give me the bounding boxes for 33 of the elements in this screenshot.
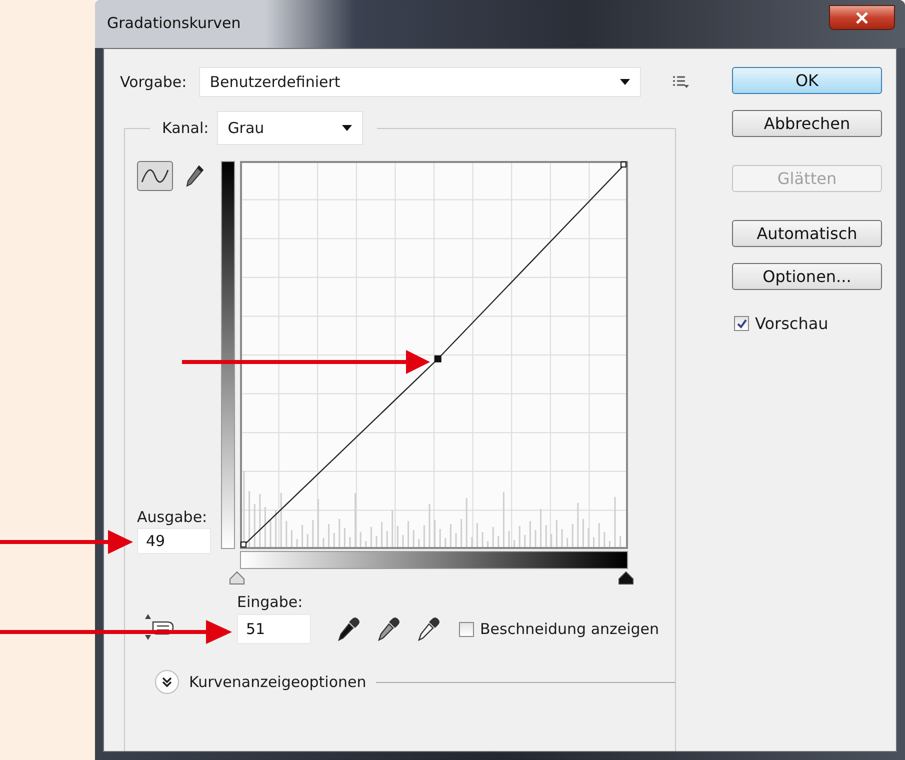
dialog-button[interactable]: Optionen... — [732, 263, 882, 290]
eyedropper-icon[interactable] — [417, 616, 441, 642]
checkmark-icon — [736, 318, 748, 330]
input-label: Eingabe: — [237, 593, 304, 611]
preset-menu-icon[interactable] — [672, 76, 689, 88]
eyedropper-icon[interactable] — [377, 616, 401, 642]
slider-handle[interactable] — [229, 571, 245, 585]
expand-toggle-button[interactable] — [155, 670, 179, 694]
curve-endpoint[interactable] — [240, 542, 246, 548]
chevron-icon — [162, 677, 172, 687]
preset-label: Vorgabe: — [120, 73, 187, 91]
output-field[interactable]: 49 — [137, 528, 211, 554]
dialog-button[interactable]: Abbrechen — [732, 110, 882, 137]
curve-display-options-label: Kurvenanzeigeoptionen — [189, 673, 366, 691]
preview-checkbox[interactable]: Vorschau — [734, 314, 882, 333]
clipping-checkbox[interactable]: Beschneidung anzeigen — [459, 620, 660, 638]
caret-icon — [620, 79, 630, 85]
close-button[interactable] — [829, 5, 895, 30]
slider-handle[interactable] — [618, 571, 634, 585]
input-field[interactable]: 51 — [237, 614, 311, 644]
window-title: Gradationskurven — [107, 14, 241, 32]
dialog-button[interactable]: OK — [732, 67, 882, 94]
channel-label: Kanal: — [162, 119, 209, 137]
dialog-button[interactable]: Automatisch — [732, 220, 882, 247]
eyedropper-icon[interactable] — [337, 616, 361, 642]
curve-endpoint[interactable] — [620, 162, 626, 168]
pencil-icon — [185, 164, 205, 188]
channel-dropdown[interactable]: Grau — [216, 111, 363, 145]
preset-dropdown[interactable]: Benutzerdefiniert — [198, 67, 641, 97]
close-icon — [855, 12, 869, 24]
curve-tool-button[interactable] — [137, 161, 173, 191]
output-label: Ausgabe: — [137, 508, 208, 526]
caret-icon — [342, 125, 352, 131]
